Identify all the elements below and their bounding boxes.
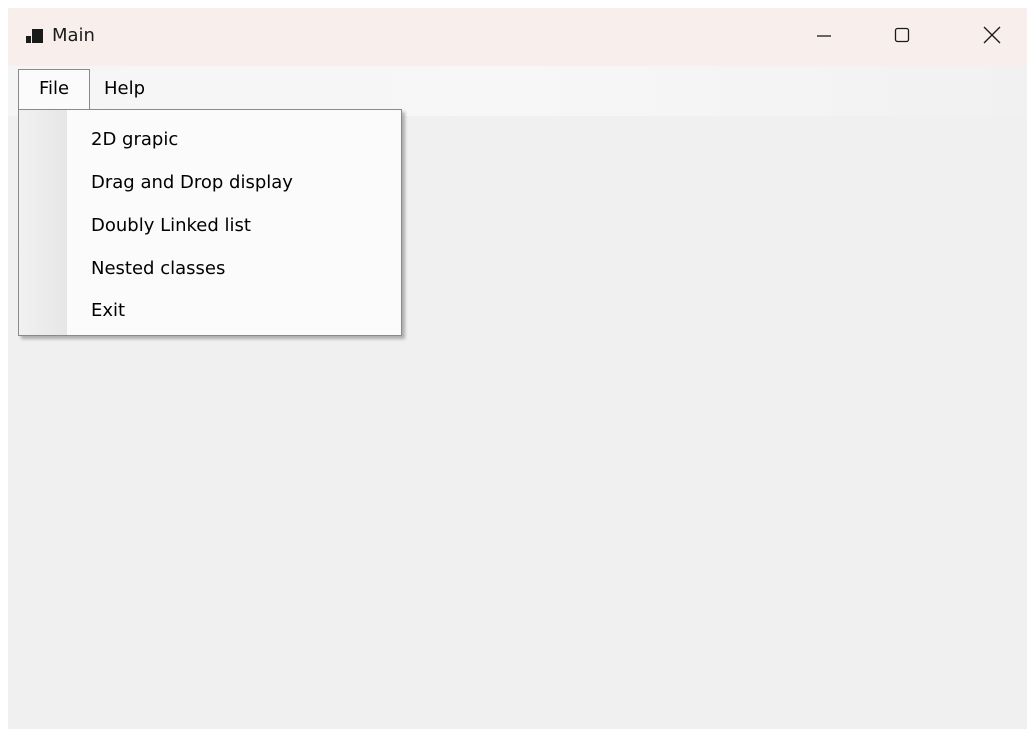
- maximize-icon: [894, 27, 910, 47]
- minimize-button[interactable]: [801, 8, 847, 66]
- close-button[interactable]: [969, 8, 1015, 66]
- title-bar[interactable]: Main: [8, 8, 1027, 66]
- menu-file[interactable]: File: [18, 69, 90, 109]
- window-title: Main: [52, 25, 95, 46]
- close-icon: [983, 26, 1001, 48]
- menu-image-margin: [19, 110, 67, 335]
- maximize-button[interactable]: [879, 8, 925, 66]
- menu-item-drag-and-drop-display[interactable]: Drag and Drop display: [91, 171, 293, 195]
- menu-item-2d-graphic[interactable]: 2D grapic: [91, 128, 178, 152]
- minimize-icon: [816, 27, 832, 47]
- file-menu-dropdown: 2D grapic Drag and Drop display Doubly L…: [18, 109, 402, 336]
- window-app-icon[interactable]: [26, 28, 44, 44]
- menu-item-doubly-linked-list[interactable]: Doubly Linked list: [91, 214, 251, 238]
- main-window: Main File Help 2D grapic Drag and Drop d…: [8, 8, 1027, 729]
- menu-item-exit[interactable]: Exit: [91, 299, 125, 323]
- menu-item-nested-classes[interactable]: Nested classes: [91, 257, 225, 281]
- menu-help[interactable]: Help: [104, 70, 145, 108]
